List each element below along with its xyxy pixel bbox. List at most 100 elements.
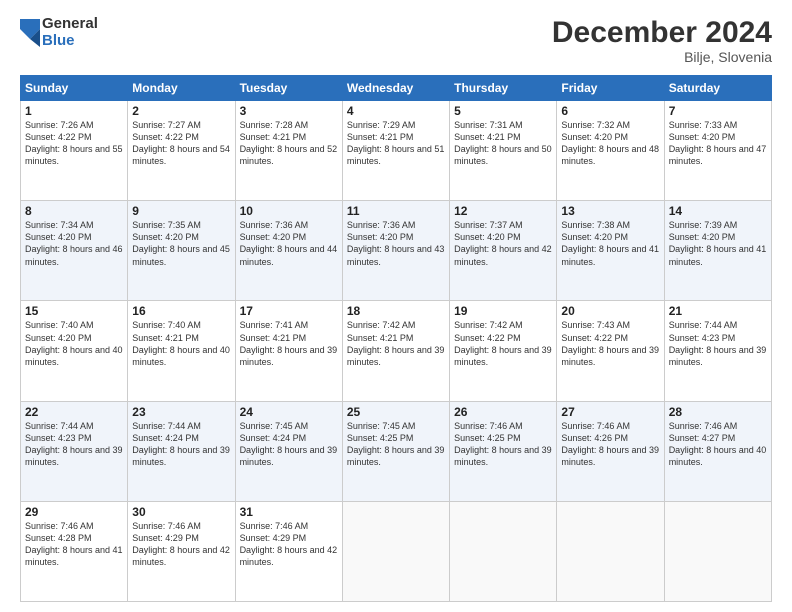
cell-info: Sunrise: 7:46 AMSunset: 4:29 PMDaylight:…: [132, 520, 230, 569]
cell-info: Sunrise: 7:42 AMSunset: 4:21 PMDaylight:…: [347, 319, 445, 368]
days-header-row: SundayMondayTuesdayWednesdayThursdayFrid…: [21, 76, 772, 101]
day-cell-18: 18Sunrise: 7:42 AMSunset: 4:21 PMDayligh…: [342, 301, 449, 401]
day-number: 27: [561, 405, 659, 419]
cell-info: Sunrise: 7:42 AMSunset: 4:22 PMDaylight:…: [454, 319, 552, 368]
day-cell-5: 5Sunrise: 7:31 AMSunset: 4:21 PMDaylight…: [450, 101, 557, 201]
cell-info: Sunrise: 7:28 AMSunset: 4:21 PMDaylight:…: [240, 119, 338, 168]
cell-info: Sunrise: 7:39 AMSunset: 4:20 PMDaylight:…: [669, 219, 767, 268]
day-number: 24: [240, 405, 338, 419]
page: General Blue December 2024 Bilje, Sloven…: [0, 0, 792, 612]
day-number: 30: [132, 505, 230, 519]
week-row-1: 1Sunrise: 7:26 AMSunset: 4:22 PMDaylight…: [21, 101, 772, 201]
day-cell-16: 16Sunrise: 7:40 AMSunset: 4:21 PMDayligh…: [128, 301, 235, 401]
day-cell-2: 2Sunrise: 7:27 AMSunset: 4:22 PMDaylight…: [128, 101, 235, 201]
day-number: 18: [347, 304, 445, 318]
empty-cell: [557, 501, 664, 601]
cell-info: Sunrise: 7:45 AMSunset: 4:25 PMDaylight:…: [347, 420, 445, 469]
cell-info: Sunrise: 7:41 AMSunset: 4:21 PMDaylight:…: [240, 319, 338, 368]
cell-info: Sunrise: 7:36 AMSunset: 4:20 PMDaylight:…: [347, 219, 445, 268]
day-number: 6: [561, 104, 659, 118]
day-cell-4: 4Sunrise: 7:29 AMSunset: 4:21 PMDaylight…: [342, 101, 449, 201]
empty-cell: [450, 501, 557, 601]
day-cell-29: 29Sunrise: 7:46 AMSunset: 4:28 PMDayligh…: [21, 501, 128, 601]
day-cell-12: 12Sunrise: 7:37 AMSunset: 4:20 PMDayligh…: [450, 201, 557, 301]
day-header-friday: Friday: [557, 76, 664, 101]
cell-info: Sunrise: 7:46 AMSunset: 4:26 PMDaylight:…: [561, 420, 659, 469]
cell-info: Sunrise: 7:36 AMSunset: 4:20 PMDaylight:…: [240, 219, 338, 268]
cell-info: Sunrise: 7:40 AMSunset: 4:21 PMDaylight:…: [132, 319, 230, 368]
week-row-4: 22Sunrise: 7:44 AMSunset: 4:23 PMDayligh…: [21, 401, 772, 501]
logo: General Blue: [20, 16, 98, 49]
day-header-monday: Monday: [128, 76, 235, 101]
calendar-table: SundayMondayTuesdayWednesdayThursdayFrid…: [20, 75, 772, 602]
day-number: 10: [240, 204, 338, 218]
day-number: 7: [669, 104, 767, 118]
day-cell-14: 14Sunrise: 7:39 AMSunset: 4:20 PMDayligh…: [664, 201, 771, 301]
day-number: 9: [132, 204, 230, 218]
cell-info: Sunrise: 7:43 AMSunset: 4:22 PMDaylight:…: [561, 319, 659, 368]
day-number: 12: [454, 204, 552, 218]
cell-info: Sunrise: 7:44 AMSunset: 4:23 PMDaylight:…: [25, 420, 123, 469]
day-header-wednesday: Wednesday: [342, 76, 449, 101]
day-cell-11: 11Sunrise: 7:36 AMSunset: 4:20 PMDayligh…: [342, 201, 449, 301]
day-number: 3: [240, 104, 338, 118]
day-cell-30: 30Sunrise: 7:46 AMSunset: 4:29 PMDayligh…: [128, 501, 235, 601]
cell-info: Sunrise: 7:44 AMSunset: 4:24 PMDaylight:…: [132, 420, 230, 469]
logo-icon: [20, 19, 40, 47]
cell-info: Sunrise: 7:46 AMSunset: 4:28 PMDaylight:…: [25, 520, 123, 569]
day-cell-9: 9Sunrise: 7:35 AMSunset: 4:20 PMDaylight…: [128, 201, 235, 301]
cell-info: Sunrise: 7:45 AMSunset: 4:24 PMDaylight:…: [240, 420, 338, 469]
cell-info: Sunrise: 7:46 AMSunset: 4:25 PMDaylight:…: [454, 420, 552, 469]
day-number: 31: [240, 505, 338, 519]
location-subtitle: Bilje, Slovenia: [552, 49, 772, 65]
day-cell-22: 22Sunrise: 7:44 AMSunset: 4:23 PMDayligh…: [21, 401, 128, 501]
empty-cell: [664, 501, 771, 601]
day-number: 1: [25, 104, 123, 118]
cell-info: Sunrise: 7:46 AMSunset: 4:27 PMDaylight:…: [669, 420, 767, 469]
day-number: 17: [240, 304, 338, 318]
week-row-2: 8Sunrise: 7:34 AMSunset: 4:20 PMDaylight…: [21, 201, 772, 301]
day-number: 8: [25, 204, 123, 218]
day-cell-7: 7Sunrise: 7:33 AMSunset: 4:20 PMDaylight…: [664, 101, 771, 201]
day-header-saturday: Saturday: [664, 76, 771, 101]
cell-info: Sunrise: 7:38 AMSunset: 4:20 PMDaylight:…: [561, 219, 659, 268]
day-number: 5: [454, 104, 552, 118]
cell-info: Sunrise: 7:27 AMSunset: 4:22 PMDaylight:…: [132, 119, 230, 168]
logo-general: General: [42, 16, 98, 33]
day-header-thursday: Thursday: [450, 76, 557, 101]
day-cell-20: 20Sunrise: 7:43 AMSunset: 4:22 PMDayligh…: [557, 301, 664, 401]
day-number: 4: [347, 104, 445, 118]
cell-info: Sunrise: 7:44 AMSunset: 4:23 PMDaylight:…: [669, 319, 767, 368]
day-cell-3: 3Sunrise: 7:28 AMSunset: 4:21 PMDaylight…: [235, 101, 342, 201]
empty-cell: [342, 501, 449, 601]
cell-info: Sunrise: 7:40 AMSunset: 4:20 PMDaylight:…: [25, 319, 123, 368]
title-block: December 2024 Bilje, Slovenia: [552, 16, 772, 65]
day-cell-13: 13Sunrise: 7:38 AMSunset: 4:20 PMDayligh…: [557, 201, 664, 301]
day-number: 25: [347, 405, 445, 419]
day-cell-25: 25Sunrise: 7:45 AMSunset: 4:25 PMDayligh…: [342, 401, 449, 501]
day-header-sunday: Sunday: [21, 76, 128, 101]
day-cell-31: 31Sunrise: 7:46 AMSunset: 4:29 PMDayligh…: [235, 501, 342, 601]
day-number: 19: [454, 304, 552, 318]
cell-info: Sunrise: 7:37 AMSunset: 4:20 PMDaylight:…: [454, 219, 552, 268]
day-cell-15: 15Sunrise: 7:40 AMSunset: 4:20 PMDayligh…: [21, 301, 128, 401]
cell-info: Sunrise: 7:31 AMSunset: 4:21 PMDaylight:…: [454, 119, 552, 168]
logo-blue: Blue: [42, 33, 98, 50]
day-header-tuesday: Tuesday: [235, 76, 342, 101]
day-number: 23: [132, 405, 230, 419]
day-cell-21: 21Sunrise: 7:44 AMSunset: 4:23 PMDayligh…: [664, 301, 771, 401]
cell-info: Sunrise: 7:26 AMSunset: 4:22 PMDaylight:…: [25, 119, 123, 168]
day-number: 2: [132, 104, 230, 118]
day-number: 15: [25, 304, 123, 318]
day-number: 26: [454, 405, 552, 419]
logo-text: General Blue: [42, 16, 98, 49]
cell-info: Sunrise: 7:34 AMSunset: 4:20 PMDaylight:…: [25, 219, 123, 268]
day-cell-23: 23Sunrise: 7:44 AMSunset: 4:24 PMDayligh…: [128, 401, 235, 501]
cell-info: Sunrise: 7:46 AMSunset: 4:29 PMDaylight:…: [240, 520, 338, 569]
day-number: 29: [25, 505, 123, 519]
week-row-5: 29Sunrise: 7:46 AMSunset: 4:28 PMDayligh…: [21, 501, 772, 601]
day-cell-6: 6Sunrise: 7:32 AMSunset: 4:20 PMDaylight…: [557, 101, 664, 201]
day-number: 21: [669, 304, 767, 318]
day-number: 14: [669, 204, 767, 218]
header: General Blue December 2024 Bilje, Sloven…: [20, 16, 772, 65]
